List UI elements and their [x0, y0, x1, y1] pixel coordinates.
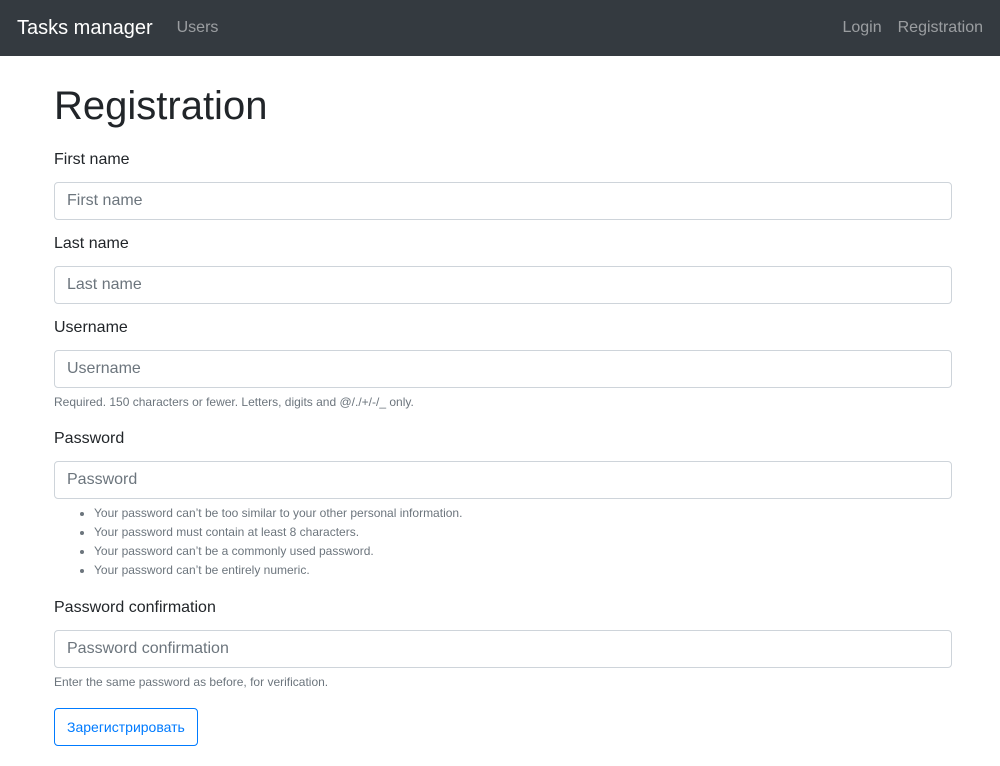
username-help-text: Required. 150 characters or fewer. Lette…	[54, 395, 414, 409]
first-name-label: First name	[54, 151, 130, 168]
password-group: Password Your password can’t be too simi…	[54, 429, 952, 580]
registration-form: First name Last name Username Required. …	[54, 150, 952, 746]
nav-link-login[interactable]: Login	[842, 19, 881, 37]
first-name-group: First name	[54, 150, 952, 220]
password-help-item: Your password can’t be too similar to yo…	[94, 504, 952, 523]
password-confirmation-help-text: Enter the same password as before, for v…	[54, 675, 329, 689]
username-group: Username Required. 150 characters or few…	[54, 318, 952, 410]
password-confirmation-input[interactable]	[54, 630, 952, 668]
last-name-label: Last name	[54, 235, 129, 252]
last-name-group: Last name	[54, 234, 952, 304]
top-navbar: Tasks manager Users Login Registration	[0, 0, 1000, 56]
username-label: Username	[54, 319, 128, 336]
password-confirmation-group: Password confirmation Enter the same pas…	[54, 598, 952, 690]
last-name-input[interactable]	[54, 266, 952, 304]
password-input[interactable]	[54, 461, 952, 499]
password-label: Password	[54, 430, 125, 447]
password-help-item: Your password must contain at least 8 ch…	[94, 523, 952, 542]
page-title: Registration	[54, 84, 268, 128]
password-help-item: Your password can’t be a commonly used p…	[94, 542, 952, 561]
first-name-input[interactable]	[54, 182, 952, 220]
nav-link-users[interactable]: Users	[177, 19, 219, 37]
main-content: Registration First name Last name Userna…	[54, 56, 952, 746]
nav-right-group: Login Registration	[842, 19, 983, 37]
password-confirmation-label: Password confirmation	[54, 599, 216, 616]
register-submit-button[interactable]: Зарегистрировать	[54, 708, 198, 746]
nav-link-registration[interactable]: Registration	[898, 19, 983, 37]
password-help-item: Your password can’t be entirely numeric.	[94, 561, 952, 580]
password-help-list: Your password can’t be too similar to yo…	[54, 504, 952, 580]
username-input[interactable]	[54, 350, 952, 388]
brand-link[interactable]: Tasks manager	[17, 17, 153, 40]
